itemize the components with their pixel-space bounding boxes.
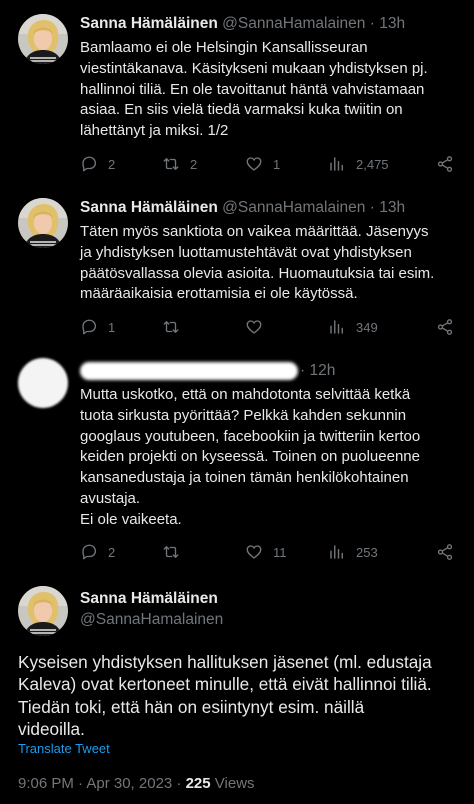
like-button[interactable]: 11 [245,542,287,562]
reply-count: 1 [108,319,116,335]
text-line: Bamlaamo ei ole Helsingin Kansallisseura… [80,39,368,56]
views-button[interactable]: 253 [328,542,378,562]
tweet-header: · 12h [300,361,335,381]
views-button[interactable]: 349 [328,317,378,337]
author-handle[interactable]: @SannaHamalainen [80,611,223,629]
like-count: 1 [273,156,281,172]
text-line: määräaikaisia erottamisia ei ole käytöss… [80,285,358,303]
reply-icon [82,156,97,172]
text-line: hallinnoi tiliä. En ole tavoittanut hänt… [80,80,425,98]
retweet-icon [163,546,179,558]
timestamp[interactable]: 13h [379,199,405,216]
reply-button[interactable]: 2 [80,542,115,562]
views-icon [330,157,343,171]
tweet-text: Mutta uskotko, että on mahdotonta selvit… [80,385,460,531]
text-line: videoilla. [18,719,85,740]
views-label: Views [210,775,255,792]
author-name[interactable]: Sanna Hämäläinen [80,199,218,216]
text-line: ja yhdistyksen luottamustehtävät ovat yh… [80,243,412,261]
action-bar: 2 2 1 2,475 [80,154,460,174]
tweet-text: Täten myös sanktiota on vaikea määrittää… [80,222,460,305]
separator: · [369,15,375,32]
reply-button[interactable]: 1 [80,317,115,337]
text-line: Ei ole vaikeeta. [80,510,182,528]
text-line: avustaja. [80,489,141,507]
reply-button[interactable]: 2 [80,154,115,174]
views-count: 253 [356,544,378,560]
like-button[interactable]: 1 [245,154,280,174]
views-button[interactable]: 2,475 [328,154,389,174]
text-line: asiaa. En siis vielä tiedä varmaksi kuka… [80,101,403,119]
views-icon [330,545,343,559]
share-button[interactable] [436,154,454,174]
timestamp[interactable]: 12h [309,362,335,379]
retweet-button[interactable]: 2 [162,154,197,174]
translate-tweet-link[interactable]: Translate Tweet [18,741,110,756]
share-icon [437,319,453,335]
reply-count: 2 [108,544,116,560]
reply-icon [82,319,97,335]
text-line: googlaus youtubeen, facebookiin ja twitt… [80,427,421,445]
heart-icon [246,545,262,559]
text-line: Mutta uskotko, että on mahdotonta selvit… [80,386,411,403]
views-count: 2,475 [356,156,389,172]
tweet-header: Sanna Hämäläinen @SannaHamalainen · 13h [80,14,405,34]
redacted-author [80,362,298,380]
action-bar: 1 349 [80,317,460,337]
separator: · [369,199,375,216]
text-line: keiden projekti on kyseessä. Toinen on p… [80,448,420,466]
retweet-icon [163,158,179,170]
avatar[interactable] [18,14,68,64]
timestamp[interactable]: 13h [379,15,405,32]
share-icon [437,156,453,172]
share-icon [437,544,453,560]
author-handle[interactable]: @SannaHamalainen [222,15,365,32]
text-line: tuota sirkusta pyörittää? Pelkkä kahden … [80,406,407,424]
views-count: 349 [356,319,378,335]
author-handle[interactable]: @SannaHamalainen [222,199,365,216]
text-line: lähettänyt ja miksi. 1/2 [80,122,229,140]
text-line: Kaleva) ovat kertoneet minulle, että eiv… [18,674,432,695]
tweet-metadata: 9:06 PM · Apr 30, 2023 · 225 Views [18,775,255,792]
reply-icon [82,544,97,560]
heart-icon [246,157,262,171]
text-line: Täten myös sanktiota on vaikea määrittää… [80,223,429,240]
like-button[interactable] [245,317,273,337]
text-line: kansanedustaja ja toinen tämän henkilöko… [80,469,409,487]
retweet-button[interactable] [162,542,190,562]
avatar[interactable] [18,198,68,248]
share-button[interactable] [436,317,454,337]
views-icon [330,320,343,334]
reply-count: 2 [108,156,116,172]
avatar[interactable] [18,586,68,636]
retweet-icon [163,321,179,333]
author-name[interactable]: Sanna Hämäläinen [80,590,218,608]
text-line: viestintäkanava. Käsitykseni mukaan yhdi… [80,59,428,77]
like-count: 11 [273,544,287,560]
retweet-count: 2 [190,156,198,172]
author-name[interactable]: Sanna Hämäläinen [80,15,218,32]
timestamp[interactable]: 9:06 PM · Apr 30, 2023 · [18,775,186,792]
heart-icon [246,320,262,334]
main-tweet-text: Kyseisen yhdistyksen hallituksen jäsenet… [18,651,463,741]
tweet-header: Sanna Hämäläinen @SannaHamalainen · 13h [80,198,405,218]
text-line: päätösvallassa olevia asioita. Huomautuk… [80,264,435,282]
action-bar: 2 11 253 [80,542,460,562]
tweet-text: Bamlaamo ei ole Helsingin Kansallisseura… [80,38,460,142]
separator: · [300,362,306,379]
share-button[interactable] [436,542,454,562]
avatar-redacted[interactable] [18,358,68,408]
text-line: Kyseisen yhdistyksen hallituksen jäsenet… [18,652,432,672]
views-count[interactable]: 225 [186,775,211,792]
text-line: Tiedän toki, että hän on esiintynyt esim… [18,696,365,717]
retweet-button[interactable] [162,317,190,337]
